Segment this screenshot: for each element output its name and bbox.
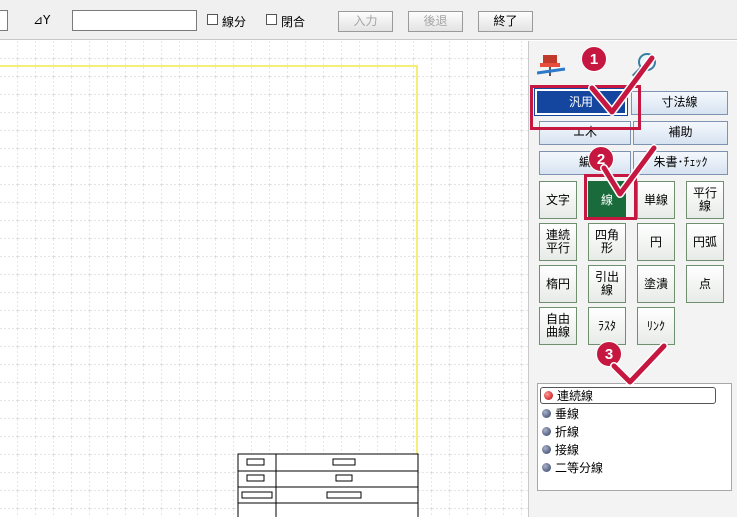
tab-edit[interactable]: 編 [539, 151, 631, 175]
highlight-frame-general [530, 85, 641, 130]
tool-point[interactable]: 点 [686, 265, 724, 303]
tool-text[interactable]: 文字 [539, 181, 577, 219]
tab-dimension-line[interactable]: 寸法線 [631, 91, 728, 115]
callout-badge-2: 2 [588, 146, 614, 172]
callout-badge-3: 3 [596, 341, 622, 367]
tool-freehand-curve[interactable]: 自由 曲線 [539, 307, 577, 345]
pin-icon[interactable] [537, 47, 571, 77]
line-mode-list: 連続線 垂線 折線 接線 二等分線 [537, 383, 732, 491]
option-tangent[interactable]: 接線 [542, 441, 579, 458]
input-button[interactable]: 入力 [338, 11, 393, 32]
tab-redline-check[interactable]: 朱書･ﾁｪｯｸ [633, 151, 728, 175]
callout-badge-1: 1 [581, 46, 607, 72]
radio-icon [542, 445, 551, 454]
end-button[interactable]: 終了 [478, 11, 533, 32]
tool-ellipse[interactable]: 楕円 [539, 265, 577, 303]
radio-icon [542, 463, 551, 472]
tool-circle[interactable]: 円 [637, 223, 675, 261]
tool-link[interactable]: ﾘﾝｸ [637, 307, 675, 345]
closed-checkbox[interactable] [266, 14, 277, 25]
option-perpendicular[interactable]: 垂線 [542, 405, 579, 422]
radio-icon [544, 391, 553, 400]
dy-label: ⊿Y [33, 13, 51, 27]
tool-arc[interactable]: 円弧 [686, 223, 724, 261]
radio-icon [542, 409, 551, 418]
magnifier-icon[interactable] [631, 51, 659, 79]
tool-leader-line[interactable]: 引出 線 [588, 265, 626, 303]
drawing-canvas[interactable] [0, 41, 528, 517]
tool-parallel-line[interactable]: 平行 線 [686, 181, 724, 219]
dy-input[interactable] [72, 10, 197, 31]
tab-auxiliary[interactable]: 補助 [633, 121, 728, 145]
tool-continuous-parallel[interactable]: 連続 平行 [539, 223, 577, 261]
segment-checkbox[interactable] [207, 14, 218, 25]
tool-rectangle[interactable]: 四角 形 [588, 223, 626, 261]
back-button[interactable]: 後退 [408, 11, 463, 32]
radio-icon [542, 427, 551, 436]
option-continuous-line[interactable]: 連続線 [540, 387, 716, 404]
closed-label: 閉合 [281, 15, 306, 29]
option-bisector[interactable]: 二等分線 [542, 459, 603, 476]
tool-raster[interactable]: ﾗｽﾀ [588, 307, 626, 345]
grid-and-sheet [0, 41, 528, 517]
option-polyline[interactable]: 折線 [542, 423, 579, 440]
tool-single-line[interactable]: 単線 [637, 181, 675, 219]
top-toolbar: ⊿Y 線分 閉合 入力 後退 終了 [0, 0, 737, 40]
tool-fill[interactable]: 塗潰 [637, 265, 675, 303]
highlight-frame-line [584, 174, 637, 220]
title-block [237, 453, 419, 517]
x-offset-field[interactable] [0, 10, 8, 31]
segment-label: 線分 [222, 15, 247, 29]
